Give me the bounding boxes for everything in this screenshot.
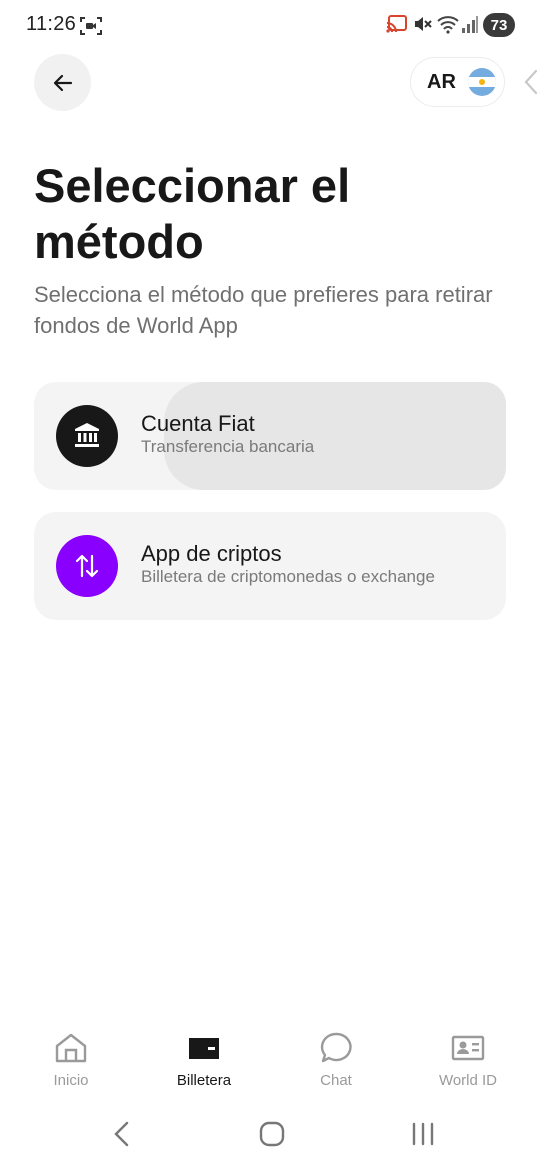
country-code: AR <box>427 70 456 93</box>
argentina-flag-icon <box>467 68 496 96</box>
status-time: 11:26 <box>26 13 77 35</box>
nav-tab-inicio[interactable]: Inicio <box>11 1030 131 1096</box>
screen: 11:26 73 AR Seleccionar el método Selecc… <box>0 0 540 1170</box>
cast-icon <box>386 15 407 33</box>
chat-icon <box>320 1032 352 1063</box>
method-icon-crypto <box>56 535 118 597</box>
arrow-left-icon <box>53 74 72 91</box>
country-selector[interactable]: AR <box>410 57 505 107</box>
wifi-icon <box>437 16 459 34</box>
edge-back-hint-icon <box>524 69 538 95</box>
page-title: Seleccionar el método <box>34 159 351 268</box>
method-title-crypto: App de criptos <box>141 541 282 566</box>
method-option-fiat[interactable]: Cuenta Fiat Transferencia bancaria <box>34 382 506 490</box>
nav-label-inicio: Inicio <box>53 1072 89 1089</box>
nav-tab-billetera[interactable]: Billetera <box>144 1030 264 1096</box>
system-nav-bar <box>0 1108 540 1164</box>
bottom-nav: Inicio Billetera Chat World ID <box>0 1030 540 1100</box>
home-icon <box>55 1033 87 1063</box>
id-card-icon <box>451 1035 485 1061</box>
nav-tab-world-id[interactable]: World ID <box>408 1030 528 1096</box>
system-recents-icon[interactable] <box>410 1118 436 1150</box>
system-home-icon[interactable] <box>258 1118 286 1150</box>
system-back-icon[interactable] <box>110 1118 134 1150</box>
nav-label-chat: Chat <box>320 1072 352 1089</box>
battery-indicator: 73 <box>483 13 515 37</box>
bank-icon <box>75 423 99 447</box>
back-button[interactable] <box>34 54 91 111</box>
page-subtitle: Selecciona el método que prefieres para … <box>34 282 493 338</box>
nav-tab-chat[interactable]: Chat <box>276 1030 396 1096</box>
screen-record-icon <box>80 17 102 35</box>
mute-icon <box>415 17 432 31</box>
signal-icon <box>462 16 478 33</box>
method-icon-fiat <box>56 405 118 467</box>
method-title-fiat: Cuenta Fiat <box>141 411 255 436</box>
nav-label-world-id: World ID <box>438 1072 498 1089</box>
method-option-crypto[interactable]: App de criptos Billetera de criptomoneda… <box>34 512 506 620</box>
method-description-fiat: Transferencia bancaria <box>141 437 315 456</box>
nav-label-billetera: Billetera <box>176 1072 232 1089</box>
method-description-crypto: Billetera de criptomonedas o exchange <box>141 567 435 586</box>
wallet-icon <box>189 1038 219 1059</box>
swap-arrows-icon <box>75 554 99 578</box>
status-bar: 11:26 73 <box>0 0 540 52</box>
